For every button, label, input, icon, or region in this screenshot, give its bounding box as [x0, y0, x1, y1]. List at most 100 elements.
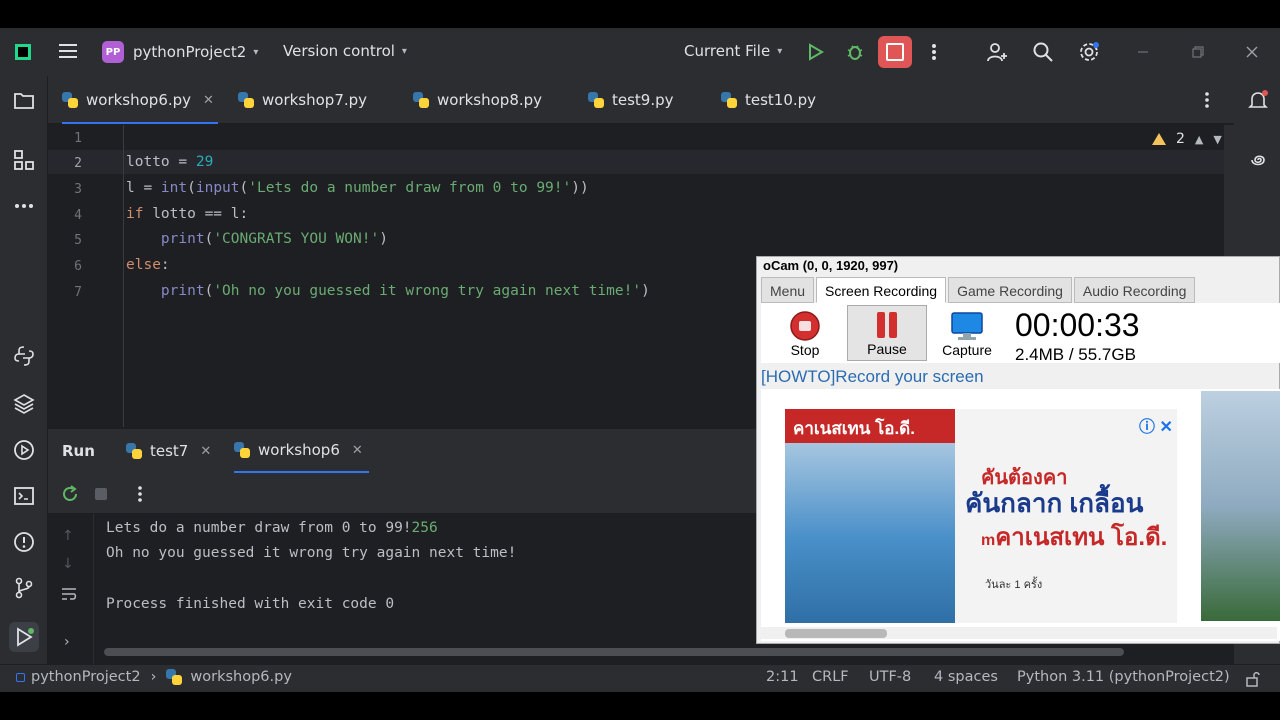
breadcrumb-project[interactable]: pythonProject2: [31, 669, 141, 685]
run-tab-workshop6[interactable]: workshop6 ✕: [234, 429, 369, 473]
ocam-tab-screen-recording[interactable]: Screen Recording: [816, 277, 947, 303]
tab-label: test10.py: [745, 91, 817, 109]
more-actions-button[interactable]: [922, 40, 946, 64]
run-config-selector[interactable]: Current File ▾: [684, 42, 782, 60]
tab-test9[interactable]: test9.py: [588, 76, 674, 124]
code-line-7: print('Oh no you guessed it wrong try ag…: [126, 283, 650, 299]
settings-button[interactable]: [1077, 40, 1101, 64]
tab-workshop8[interactable]: workshop8.py: [413, 76, 542, 124]
pause-icon: [877, 312, 897, 338]
ai-assistant-button[interactable]: [1246, 148, 1270, 172]
tab-workshop6[interactable]: workshop6.py ✕: [62, 76, 218, 124]
run-panel-title: Run: [62, 442, 95, 460]
breadcrumb-file[interactable]: workshop6.py: [190, 669, 292, 685]
arrow-up-icon[interactable]: ↑: [62, 528, 74, 544]
kebab-icon: [1205, 92, 1209, 108]
arrow-down-icon[interactable]: ↓: [62, 556, 74, 572]
play-icon: [809, 43, 824, 61]
console-line-1: Lets do a number draw from 0 to 99!256: [106, 520, 438, 536]
code-line-2: lotto = 29: [126, 154, 213, 170]
chevron-down-icon: ▾: [777, 45, 783, 57]
structure-tool-button[interactable]: [12, 148, 36, 172]
play-circle-icon: [14, 440, 34, 460]
code-line-5: print('CONGRATS YOU WON!'): [126, 231, 388, 247]
services-tool-button[interactable]: [12, 438, 36, 462]
ocam-scroll-thumb[interactable]: [785, 629, 887, 638]
line-number: 1: [74, 131, 82, 146]
ocam-scrollbar[interactable]: [761, 627, 1277, 639]
project-switcher[interactable]: PP pythonProject2 ▾: [102, 41, 258, 63]
terminal-tool-button[interactable]: [12, 484, 36, 508]
run-options-button[interactable]: [128, 482, 152, 506]
hamburger-icon: [59, 44, 77, 58]
code-text: l = int(input('Lets do a number draw fro…: [126, 180, 589, 196]
layers-tool-button[interactable]: [12, 392, 36, 416]
debug-button[interactable]: [843, 40, 867, 64]
main-menu-button[interactable]: [58, 42, 78, 60]
warning-icon: [1152, 133, 1166, 145]
lock-button[interactable]: [1245, 671, 1261, 687]
code-line-6: else:: [126, 257, 170, 273]
git-tool-button[interactable]: [12, 576, 36, 600]
interpreter-selector[interactable]: Python 3.11 (pythonProject2): [1017, 669, 1230, 685]
tab-label: test9.py: [612, 91, 674, 109]
breadcrumb: pythonProject2 › workshop6.py: [16, 669, 292, 685]
run-button[interactable]: [803, 40, 827, 64]
ocam-tab-game-recording[interactable]: Game Recording: [948, 277, 1072, 303]
project-tool-button[interactable]: [12, 88, 36, 112]
gear-icon: [1080, 42, 1099, 61]
inspection-widget[interactable]: 2 ▲ ▼: [1152, 131, 1222, 147]
minimize-button[interactable]: [1131, 40, 1155, 64]
tab-options-button[interactable]: [1204, 76, 1210, 124]
chevron-down-icon[interactable]: ▼: [1213, 133, 1221, 146]
chevron-up-icon[interactable]: ▲: [1195, 133, 1203, 146]
code-line-4: if lotto == l:: [126, 206, 248, 222]
kebab-icon: [932, 44, 936, 60]
ocam-tab-menu[interactable]: Menu: [761, 277, 815, 303]
run-tool-button[interactable]: [9, 622, 39, 652]
ocam-pause-button[interactable]: Pause: [847, 305, 927, 361]
version-control-menu[interactable]: Version control ▾: [283, 42, 407, 60]
indent-setting[interactable]: 4 spaces: [934, 669, 998, 685]
chevron-right-icon[interactable]: ›: [64, 634, 70, 650]
ad-side-image: [1201, 391, 1280, 621]
close-window-button[interactable]: [1240, 40, 1264, 64]
rerun-button[interactable]: [58, 482, 82, 506]
ad-info-close[interactable]: ⓘ ✕: [1139, 413, 1173, 437]
caret-position[interactable]: 2:11: [766, 669, 799, 685]
add-user-button[interactable]: [985, 40, 1009, 64]
console-user-input: 256: [411, 520, 438, 536]
notifications-button[interactable]: [1246, 88, 1270, 112]
ocam-stop-button[interactable]: Stop: [765, 305, 845, 361]
editor-tab-bar: workshop6.py ✕ workshop7.py workshop8.py…: [48, 76, 1234, 124]
tab-test10[interactable]: test10.py: [721, 76, 816, 124]
advertisement[interactable]: คาเนสเทน โอ.ดี. คันต้องคา คันกลาก เกลื้อ…: [785, 409, 1177, 623]
monitor-icon: [951, 312, 983, 340]
ocam-title: oCam (0, 0, 1920, 997): [757, 257, 1279, 275]
search-button[interactable]: [1031, 40, 1055, 64]
ocam-tab-audio-recording[interactable]: Audio Recording: [1073, 277, 1196, 303]
line-ending[interactable]: CRLF: [812, 669, 849, 685]
tab-workshop7[interactable]: workshop7.py: [238, 76, 367, 124]
close-icon: [1246, 46, 1258, 58]
run-tab-test7[interactable]: test7 ✕: [126, 429, 211, 473]
problems-tool-button[interactable]: [12, 530, 36, 554]
more-tools-button[interactable]: [12, 194, 36, 218]
python-packages-button[interactable]: [12, 344, 36, 368]
stop-run-button[interactable]: [89, 482, 113, 506]
close-tab-icon[interactable]: ✕: [203, 93, 214, 108]
soft-wrap-icon[interactable]: [60, 586, 78, 606]
console-scrollbar[interactable]: [104, 648, 1124, 656]
code-line-3: l = int(input('Lets do a number draw fro…: [126, 180, 589, 196]
stop-button[interactable]: [878, 36, 912, 68]
file-encoding[interactable]: UTF-8: [869, 669, 911, 685]
close-tab-icon[interactable]: ✕: [200, 444, 211, 459]
ocam-window: oCam (0, 0, 1920, 997) Menu Screen Recor…: [756, 256, 1280, 644]
maximize-button[interactable]: [1186, 40, 1210, 64]
ocam-capture-button[interactable]: Capture: [927, 305, 1007, 361]
ocam-howto-link[interactable]: [HOWTO]Record your screen: [761, 367, 984, 387]
status-bar: pythonProject2 › workshop6.py 2:11 CRLF …: [0, 664, 1280, 692]
pycharm-logo-icon: [15, 44, 31, 60]
run-icon: [17, 627, 34, 647]
close-tab-icon[interactable]: ✕: [352, 443, 363, 458]
